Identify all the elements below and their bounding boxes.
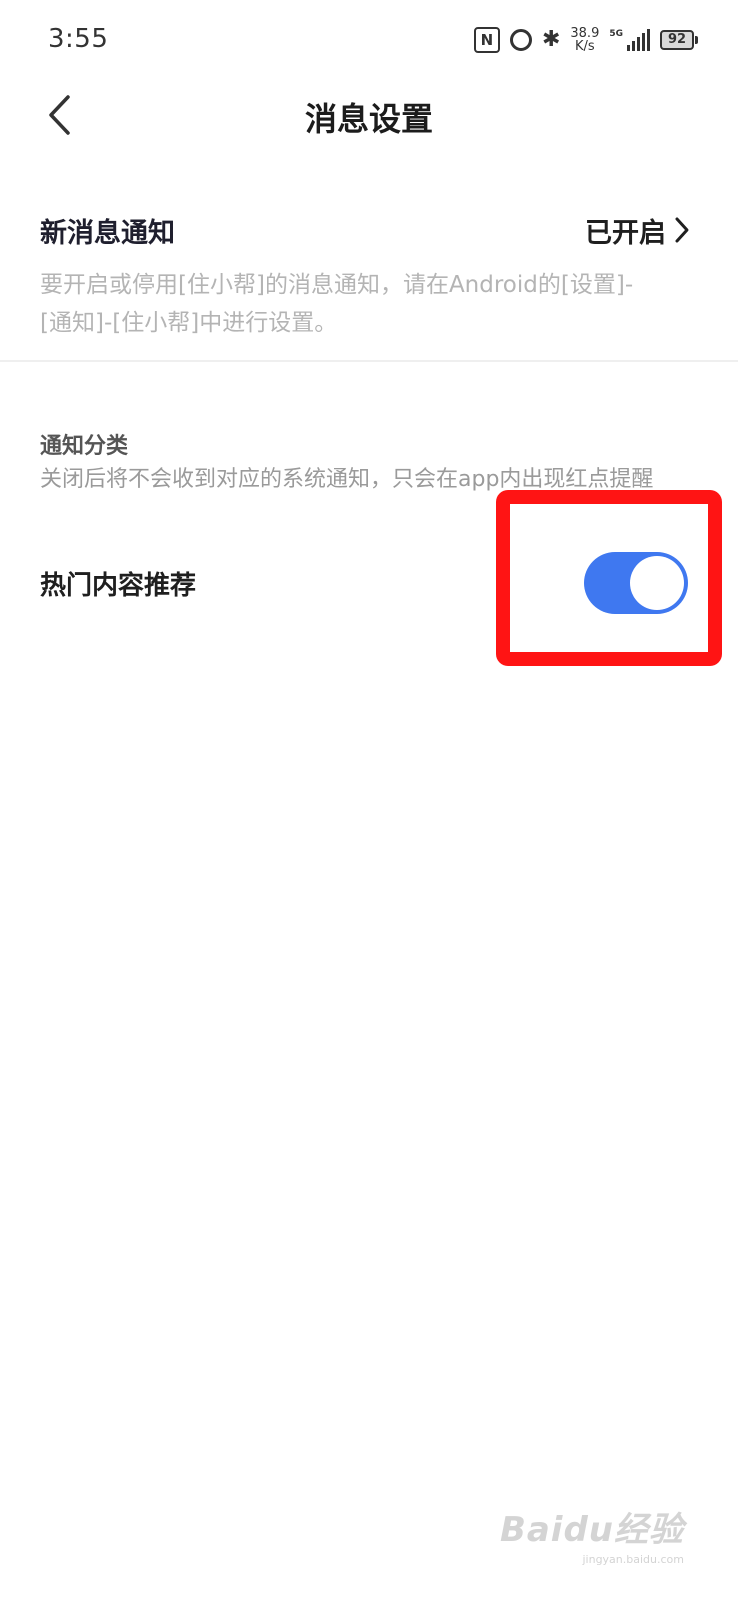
watermark-logo: Baidu经验: [499, 1510, 684, 1550]
page-title: 消息设置: [304, 100, 433, 138]
new-message-notification-row[interactable]: 新消息通知 已开启: [40, 200, 690, 260]
signal-icon: 5G: [609, 29, 650, 51]
battery-level: 92: [660, 30, 694, 50]
hot-content-recommend-toggle[interactable]: [584, 552, 688, 614]
hot-content-recommend-label: 热门内容推荐: [40, 570, 197, 601]
new-message-status[interactable]: 已开启: [585, 211, 690, 250]
hot-content-recommend-row: 热门内容推荐: [40, 548, 688, 618]
network-speed: 38.9 K/s: [570, 27, 599, 53]
status-time: 3:55: [48, 24, 109, 54]
new-message-label: 新消息通知: [40, 217, 175, 249]
watermark-url: jingyan.baidu.com: [582, 1553, 684, 1566]
battery-icon: 92: [660, 30, 698, 50]
new-message-description: 要开启或停用[住小帮]的消息通知，请在Android的[设置]-[通知]-[住小…: [40, 272, 634, 336]
toggle-knob: [630, 556, 684, 610]
new-message-value: 已开启: [585, 217, 666, 249]
divider: [0, 360, 738, 362]
nfc-icon: N: [473, 27, 500, 53]
alarm-icon: [509, 29, 532, 51]
header: 消息设置: [0, 80, 738, 150]
watermark: Baidu经验 jingyan.baidu.com: [500, 1502, 684, 1566]
bluetooth-icon: ✱: [541, 27, 561, 52]
speed-unit: K/s: [575, 39, 595, 54]
category-description: 关闭后将不会收到对应的系统通知，只会在app内出现红点提醒: [40, 467, 654, 492]
status-bar: 3:55 N ✱ 38.9 K/s 5G 92: [0, 0, 738, 80]
category-title: 通知分类: [40, 434, 129, 459]
network-type: 5G: [609, 29, 623, 39]
status-icons: N ✱ 38.9 K/s 5G 92: [473, 22, 698, 58]
chevron-right-icon: [675, 217, 689, 243]
